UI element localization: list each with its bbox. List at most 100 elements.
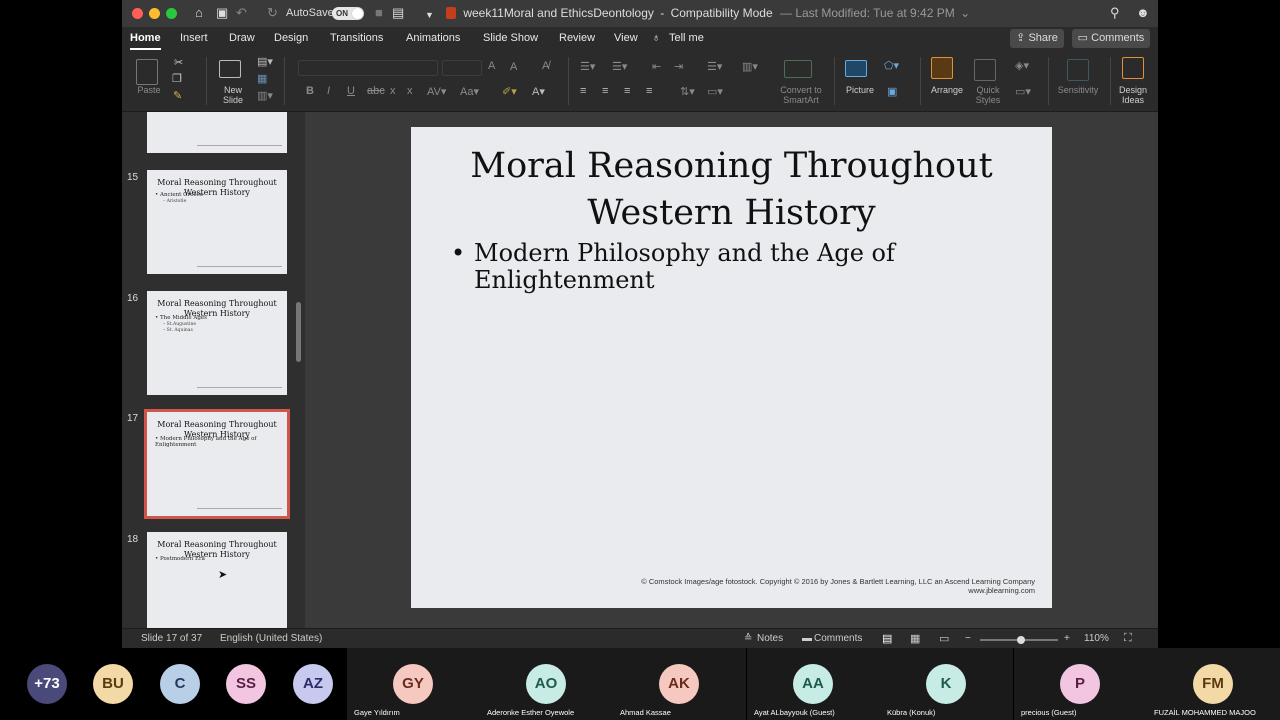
account-icon[interactable]: ☻ (1136, 5, 1150, 21)
chevron-down-icon[interactable]: ⌄ (960, 6, 970, 20)
design-ideas-label-1[interactable]: Design (1115, 85, 1151, 95)
present-icon[interactable]: ▤ (392, 5, 404, 21)
picture-label[interactable]: Picture (840, 85, 880, 95)
fit-to-window-icon[interactable]: ⛶ (1124, 632, 1132, 645)
zoom-out-button[interactable]: − (965, 633, 971, 644)
underline-icon[interactable]: U (347, 85, 355, 97)
layout-icon[interactable]: ▤▾ (257, 55, 273, 68)
participant-avatar[interactable]: C (160, 664, 200, 704)
slide-thumbnail[interactable]: Moral Reasoning Throughout Western Histo… (147, 170, 287, 274)
participant-tile[interactable]: AK Ahmad Kassae (613, 648, 746, 720)
sensitivity-label[interactable]: Sensitivity (1054, 85, 1102, 95)
tab-design[interactable]: Design (274, 32, 308, 44)
participant-avatar[interactable]: AZ (293, 664, 333, 704)
shapes-icon[interactable]: ⬠▾ (884, 59, 899, 72)
cut-icon[interactable]: ✂ (174, 56, 183, 69)
tab-home[interactable]: Home (130, 32, 161, 44)
tab-view[interactable]: View (614, 32, 638, 44)
convert-smartart-label-2[interactable]: SmartArt (776, 95, 826, 105)
convert-smartart-label-1[interactable]: Convert to (776, 85, 826, 95)
align-center-icon[interactable]: ≡ (602, 85, 608, 97)
align-text-icon[interactable]: ▭▾ (707, 85, 723, 98)
search-icon[interactable]: ⚲ (1110, 5, 1120, 21)
participant-tile[interactable]: FM FUZAİL MOHAMMED MAJOO (1147, 648, 1280, 720)
numbering-icon[interactable]: ☰▾ (612, 60, 627, 73)
copy-icon[interactable]: ❐ (172, 72, 182, 85)
bullets-icon[interactable]: ☰▾ (580, 60, 595, 73)
zoom-level[interactable]: 110% (1084, 633, 1109, 644)
last-modified-label[interactable]: — Last Modified: Tue at 9:42 PM (780, 6, 955, 20)
tab-animations[interactable]: Animations (406, 32, 460, 44)
participant-avatar[interactable]: AO (526, 664, 566, 704)
text-direction-icon[interactable]: ⇅▾ (680, 85, 695, 98)
tab-draw[interactable]: Draw (229, 32, 255, 44)
font-color-icon[interactable]: A▾ (532, 85, 545, 98)
tab-slide-show[interactable]: Slide Show (483, 32, 538, 44)
home-icon[interactable]: ⌂ (195, 5, 203, 21)
reading-view-icon[interactable]: ▭ (939, 632, 949, 645)
participant-tile[interactable]: Pprecious (Guest) (1014, 648, 1147, 720)
slide-thumbnail-selected[interactable]: Moral Reasoning Throughout Western Histo… (144, 409, 290, 519)
font-size-down-icon[interactable]: A (510, 61, 517, 73)
highlight-icon[interactable]: ✐▾ (502, 85, 517, 98)
minimize-window-button[interactable] (149, 8, 160, 19)
participant-avatar[interactable]: AA (793, 664, 833, 704)
close-window-button[interactable] (132, 8, 143, 19)
autosave-toggle[interactable]: ON (332, 7, 364, 20)
shape-fill-icon[interactable]: ◈▾ (1015, 59, 1029, 72)
participant-avatar[interactable]: P (1060, 664, 1100, 704)
design-ideas-icon[interactable] (1122, 57, 1144, 79)
quick-styles-label-2[interactable]: Styles (968, 95, 1008, 105)
align-left-icon[interactable]: ≡ (580, 85, 586, 97)
participant-avatar[interactable]: AK (659, 664, 699, 704)
undo-icon[interactable]: ↶ (236, 5, 247, 21)
section-icon[interactable]: ▥▾ (257, 89, 273, 102)
notes-button[interactable]: Notes (757, 633, 783, 644)
superscript-icon[interactable]: x (407, 85, 413, 97)
increase-indent-icon[interactable]: ⇥ (674, 60, 683, 73)
participant-avatar[interactable]: +73 (27, 664, 67, 704)
quick-styles-label-1[interactable]: Quick (968, 85, 1008, 95)
change-case-icon[interactable]: Aa▾ (460, 85, 479, 98)
text-box-icon[interactable]: ▣ (887, 85, 897, 98)
customize-toolbar-icon[interactable]: ▼ (425, 7, 434, 23)
italic-icon[interactable]: I (327, 85, 330, 97)
justify-icon[interactable]: ≡ (646, 85, 652, 97)
participant-tile[interactable]: AO Aderonke Esther Oyewole (480, 648, 613, 720)
tell-me-search[interactable]: Tell me (669, 32, 704, 44)
current-slide[interactable]: Moral Reasoning Throughout Western Histo… (411, 127, 1052, 608)
tab-insert[interactable]: Insert (180, 32, 208, 44)
participant-tile[interactable]: AA Ayat ALbayyouk (Guest) (747, 648, 880, 720)
font-size-box[interactable] (442, 60, 482, 76)
paste-label[interactable]: Paste (134, 85, 164, 95)
quick-styles-icon[interactable] (974, 59, 996, 81)
slide-title[interactable]: Moral Reasoning Throughout Western Histo… (411, 143, 1052, 237)
bold-icon[interactable]: B (306, 85, 314, 97)
participant-tile[interactable]: K Kübra (Konuk) (880, 648, 1013, 720)
sensitivity-icon[interactable] (1067, 59, 1089, 81)
align-right-icon[interactable]: ≡ (624, 85, 630, 97)
share-button[interactable]: ⇪ Share (1010, 29, 1064, 48)
language-status[interactable]: English (United States) (220, 633, 322, 644)
redo-icon[interactable]: ↻ (267, 5, 278, 21)
participant-avatar[interactable]: BU (93, 664, 133, 704)
zoom-in-button[interactable]: + (1064, 633, 1070, 644)
clear-formatting-icon[interactable]: A̸ (542, 60, 549, 72)
line-spacing-icon[interactable]: ☰▾ (707, 60, 722, 73)
zoom-slider[interactable] (980, 636, 1058, 644)
decrease-indent-icon[interactable]: ⇤ (652, 60, 661, 73)
thumbnails-scrollbar[interactable] (296, 302, 301, 362)
zoom-slider-knob[interactable] (1017, 636, 1026, 644)
slide-sorter-icon[interactable]: ▦ (910, 632, 920, 645)
participant-avatar[interactable]: GY (393, 664, 433, 704)
slide-thumbnail[interactable]: Moral Reasoning Throughout Western Histo… (147, 291, 287, 395)
shape-outline-icon[interactable]: ▭▾ (1015, 85, 1031, 98)
zoom-window-button[interactable] (166, 8, 177, 19)
reset-icon[interactable]: ▦ (257, 72, 267, 85)
subscript-icon[interactable]: x (390, 85, 396, 97)
columns-icon[interactable]: ▥▾ (742, 60, 758, 73)
save-icon[interactable]: ▣ (216, 5, 228, 21)
comments-button[interactable]: ▭ Comments (1072, 29, 1150, 48)
design-ideas-label-2[interactable]: Ideas (1115, 95, 1151, 105)
new-slide-label-2[interactable]: Slide (218, 95, 248, 105)
